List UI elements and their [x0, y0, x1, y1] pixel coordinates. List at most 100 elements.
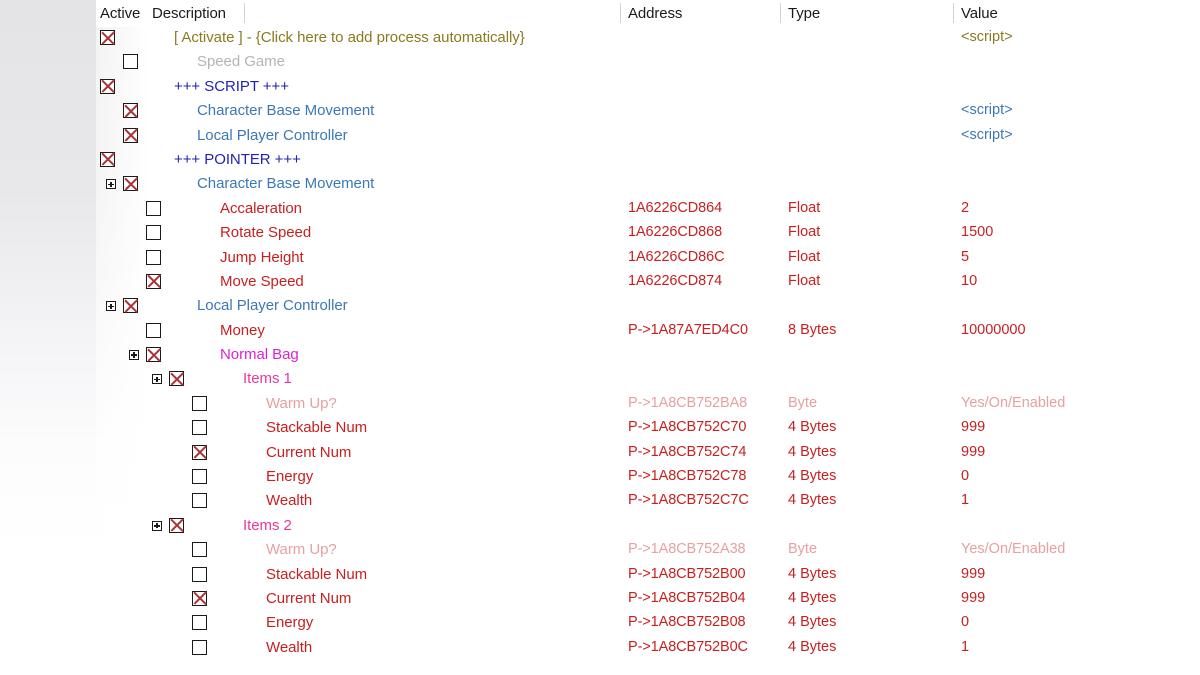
table-row[interactable]: Character Base Movement: [96, 173, 1200, 197]
entry-description[interactable]: Speed Game: [197, 53, 285, 70]
entry-description[interactable]: Items 2: [243, 517, 292, 534]
entry-value[interactable]: <script>: [961, 127, 1013, 143]
table-row[interactable]: Items 1: [96, 368, 1200, 392]
entry-type[interactable]: 4 Bytes: [788, 492, 836, 508]
entry-value[interactable]: 0: [961, 468, 969, 484]
entry-description[interactable]: Money: [220, 322, 265, 339]
column-divider-address[interactable]: [620, 3, 621, 23]
active-checkbox-checked[interactable]: [123, 127, 138, 143]
entry-description[interactable]: Energy: [266, 468, 313, 485]
entry-address[interactable]: P->1A8CB752BA8: [628, 395, 747, 411]
entry-address[interactable]: P->1A8CB752B08: [628, 614, 746, 630]
active-checkbox-unchecked[interactable]: [192, 493, 207, 509]
entry-description[interactable]: Normal Bag: [220, 346, 299, 363]
active-checkbox-unchecked[interactable]: [192, 469, 207, 485]
entry-type[interactable]: Float: [788, 200, 820, 216]
entry-type[interactable]: 8 Bytes: [788, 322, 836, 338]
table-row[interactable]: Normal Bag: [96, 344, 1200, 368]
column-divider-type[interactable]: [780, 3, 781, 23]
entry-value[interactable]: 999: [961, 444, 985, 460]
entry-address[interactable]: 1A6226CD868: [628, 224, 722, 240]
entry-description[interactable]: Rotate Speed: [220, 224, 311, 241]
entry-address[interactable]: P->1A8CB752C70: [628, 419, 746, 435]
active-checkbox-unchecked[interactable]: [146, 322, 161, 338]
column-divider-value[interactable]: [953, 3, 954, 23]
table-row[interactable]: +++ POINTER +++: [96, 149, 1200, 173]
table-row[interactable]: Wealth P->1A8CB752B0C 4 Bytes 1: [96, 637, 1200, 661]
active-checkbox-unchecked[interactable]: [192, 639, 207, 655]
entry-value[interactable]: Yes/On/Enabled: [961, 395, 1065, 411]
entry-description[interactable]: Wealth: [266, 492, 312, 509]
table-row[interactable]: Speed Game: [96, 51, 1200, 75]
active-checkbox-unchecked[interactable]: [192, 615, 207, 631]
entry-type[interactable]: Float: [788, 273, 820, 289]
entry-description[interactable]: Character Base Movement: [197, 102, 374, 119]
table-row[interactable]: Warm Up? P->1A8CB752A38 Byte Yes/On/Enabled: [96, 539, 1200, 563]
table-row[interactable]: Energy P->1A8CB752B08 4 Bytes 0: [96, 612, 1200, 636]
table-row[interactable]: +++ SCRIPT +++: [96, 76, 1200, 100]
active-checkbox-checked[interactable]: [123, 176, 138, 192]
active-checkbox-checked[interactable]: [100, 151, 115, 167]
table-row[interactable]: Energy P->1A8CB752C78 4 Bytes 0: [96, 466, 1200, 490]
entry-description[interactable]: Energy: [266, 614, 313, 631]
column-divider-description[interactable]: [244, 3, 245, 23]
entry-description[interactable]: Current Num: [266, 444, 351, 461]
active-checkbox-unchecked[interactable]: [192, 420, 207, 436]
entry-type[interactable]: Byte: [788, 395, 817, 411]
table-row[interactable]: Local Player Controller <script>: [96, 125, 1200, 149]
entry-type[interactable]: 4 Bytes: [788, 444, 836, 460]
active-checkbox-unchecked[interactable]: [192, 542, 207, 558]
active-checkbox-checked[interactable]: [100, 78, 115, 94]
active-checkbox-unchecked[interactable]: [146, 249, 161, 265]
entry-description[interactable]: Move Speed: [220, 273, 304, 290]
table-row[interactable]: Jump Height 1A6226CD86C Float 5: [96, 247, 1200, 271]
entry-address[interactable]: P->1A8CB752A38: [628, 541, 746, 557]
entry-description[interactable]: Current Num: [266, 590, 351, 607]
entry-value[interactable]: 999: [961, 566, 985, 582]
entry-address[interactable]: P->1A8CB752C74: [628, 444, 746, 460]
active-checkbox-checked[interactable]: [100, 30, 115, 45]
entry-description[interactable]: Warm Up?: [266, 395, 337, 412]
table-row[interactable]: Items 2: [96, 515, 1200, 539]
entry-description[interactable]: Character Base Movement: [197, 175, 374, 192]
entry-value[interactable]: 2: [961, 200, 969, 216]
table-row[interactable]: Warm Up? P->1A8CB752BA8 Byte Yes/On/Enabled: [96, 393, 1200, 417]
entry-description[interactable]: +++ POINTER +++: [174, 151, 301, 168]
active-checkbox-checked[interactable]: [169, 371, 184, 387]
active-checkbox-checked[interactable]: [146, 347, 161, 363]
column-header-type[interactable]: Type: [788, 5, 820, 22]
entry-description[interactable]: Wealth: [266, 639, 312, 656]
table-row[interactable]: Stackable Num P->1A8CB752C70 4 Bytes 999: [96, 417, 1200, 441]
active-checkbox-unchecked[interactable]: [146, 225, 161, 241]
table-row[interactable]: [ Activate ] - {Click here to add proces…: [96, 27, 1200, 51]
column-header-value[interactable]: Value: [961, 5, 998, 22]
entry-value[interactable]: 10: [961, 273, 977, 289]
entry-type[interactable]: Byte: [788, 541, 817, 557]
entry-address[interactable]: P->1A8CB752B00: [628, 566, 746, 582]
active-checkbox-checked[interactable]: [123, 298, 138, 314]
table-row[interactable]: Move Speed 1A6226CD874 Float 10: [96, 271, 1200, 295]
entry-value[interactable]: 1500: [961, 224, 993, 240]
table-row[interactable]: Current Num P->1A8CB752B04 4 Bytes 999: [96, 588, 1200, 612]
table-row[interactable]: Wealth P->1A8CB752C7C 4 Bytes 1: [96, 490, 1200, 514]
entry-description[interactable]: Stackable Num: [266, 419, 367, 436]
active-checkbox-unchecked[interactable]: [192, 566, 207, 582]
expand-plus-icon[interactable]: [106, 301, 116, 312]
column-header-active[interactable]: Active: [100, 5, 140, 22]
table-row[interactable]: Money P->1A87A7ED4C0 8 Bytes 10000000: [96, 320, 1200, 344]
active-checkbox-checked[interactable]: [146, 273, 161, 289]
active-checkbox-unchecked[interactable]: [123, 54, 138, 70]
entry-description[interactable]: +++ SCRIPT +++: [174, 78, 289, 95]
table-row[interactable]: Local Player Controller: [96, 295, 1200, 319]
entry-description[interactable]: [ Activate ] - {Click here to add proces…: [174, 29, 525, 46]
table-row[interactable]: Accaleration 1A6226CD864 Float 2: [96, 198, 1200, 222]
active-checkbox-checked[interactable]: [192, 590, 207, 606]
entry-value[interactable]: 1: [961, 639, 969, 655]
entry-value[interactable]: 10000000: [961, 322, 1026, 338]
active-checkbox-unchecked[interactable]: [192, 395, 207, 411]
entry-type[interactable]: 4 Bytes: [788, 590, 836, 606]
entry-description[interactable]: Warm Up?: [266, 541, 337, 558]
entry-description[interactable]: Items 1: [243, 370, 292, 387]
entry-type[interactable]: 4 Bytes: [788, 639, 836, 655]
entry-description[interactable]: Local Player Controller: [197, 297, 348, 314]
